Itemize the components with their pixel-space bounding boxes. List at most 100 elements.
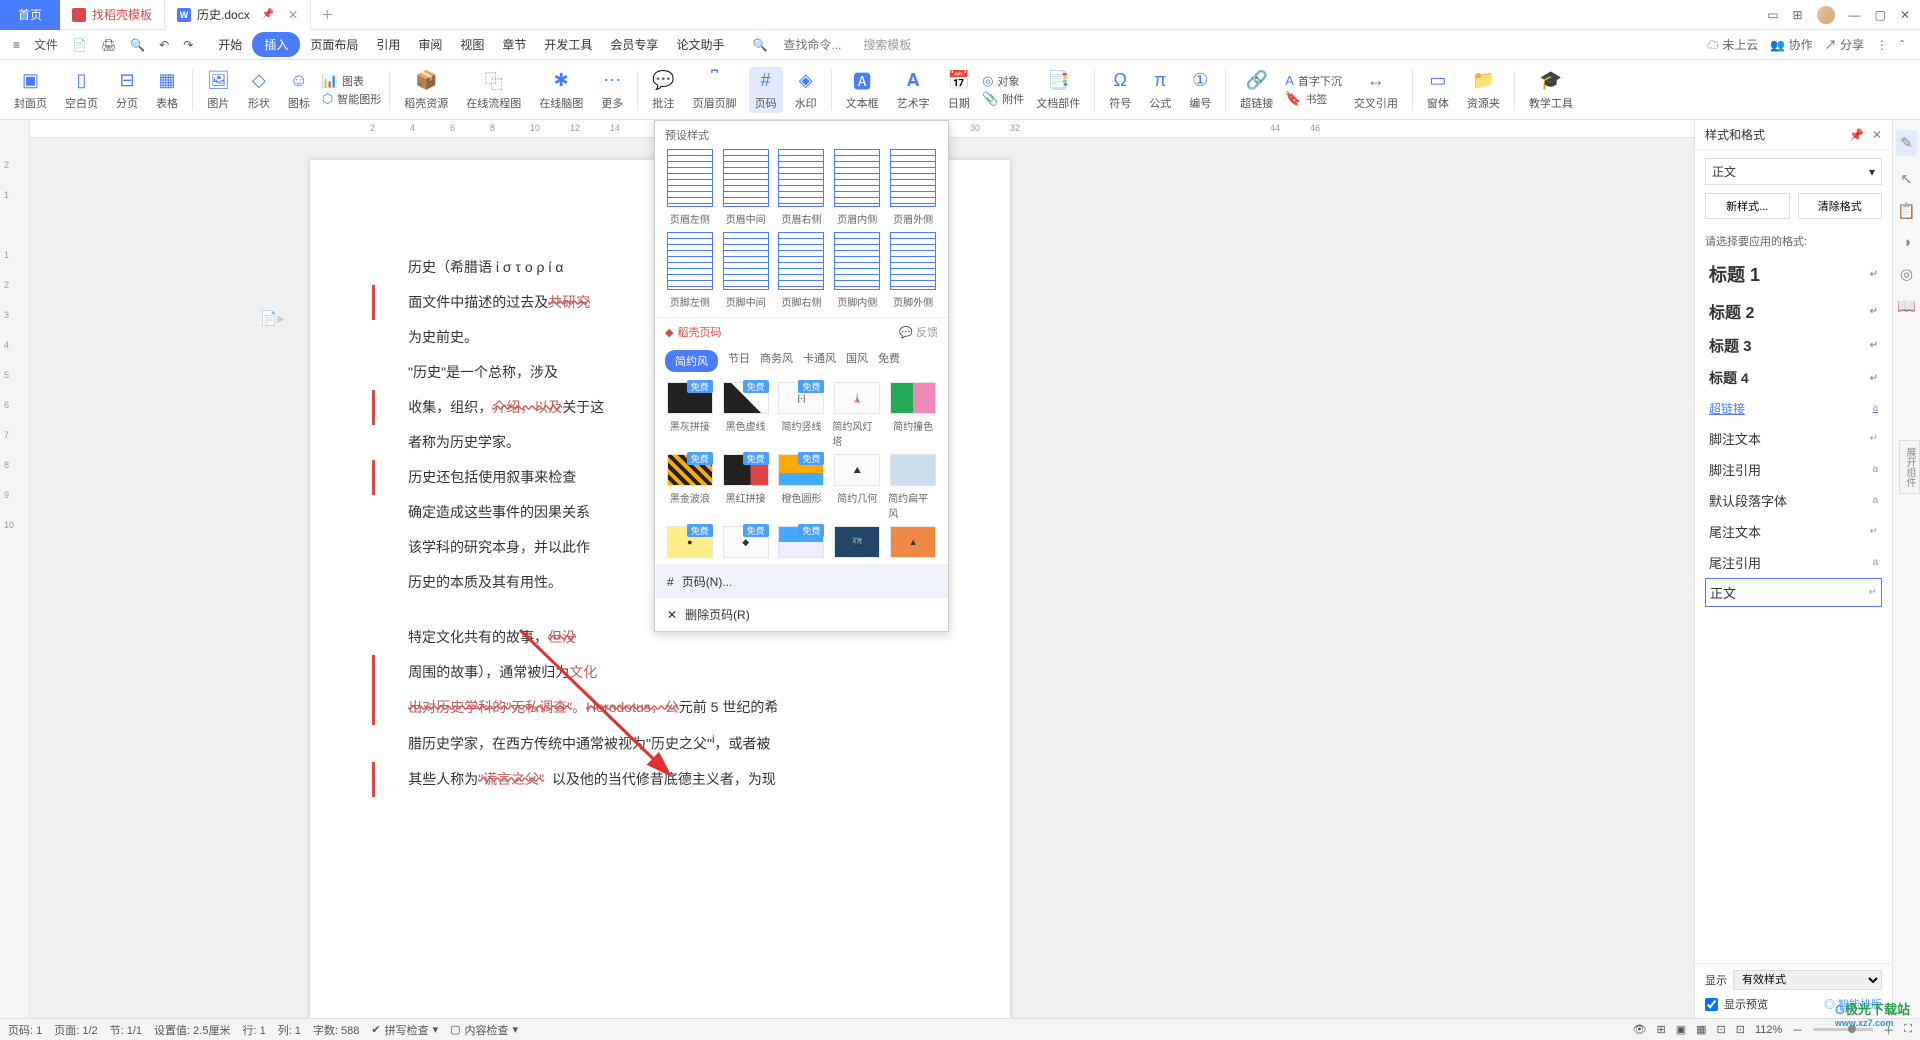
tpl-5[interactable]: 简约撞色 [888,382,938,448]
preset-footer-center[interactable]: 页脚中间 [721,232,771,309]
tab-close-icon[interactable]: ✕ [288,8,298,22]
rb-crossref[interactable]: ↔交叉引用 [1348,67,1404,113]
rb-window[interactable]: ▭窗体 [1421,67,1455,113]
ts-select-icon[interactable]: ↖ [1900,170,1913,188]
rb-flowchart[interactable]: ⿻在线流程图 [460,67,527,113]
rb-comment[interactable]: 💬批注 [646,67,680,113]
status-spellcheck[interactable]: ✔ 拼写检查 ▾ [371,1022,438,1038]
rb-shape[interactable]: ◇形状 [242,67,276,113]
tpl-3[interactable]: 免费|·|简约竖线 [777,382,827,448]
tpl-12[interactable]: 免费◆ [721,526,771,558]
style-tab-chinese[interactable]: 国风 [846,350,868,372]
clear-format-button[interactable]: 清除格式 [1798,193,1883,219]
command-search-input[interactable] [775,35,855,55]
status-setting[interactable]: 设置值: 2.5厘米 [154,1022,230,1038]
dropdown-icon[interactable]: ⋮ [1876,38,1888,52]
ts-book-icon[interactable]: 📖 [1897,297,1916,315]
tpl-15[interactable]: ▲ [888,526,938,558]
rb-resfolder[interactable]: 📁资源夹 [1461,67,1506,113]
rb-pagenum[interactable]: #页码 [749,67,783,113]
menu-paper[interactable]: 论文助手 [668,32,732,57]
rb-icon[interactable]: ☺图标 [282,67,316,113]
rb-teach[interactable]: 🎓教学工具 [1523,67,1579,113]
undo-icon[interactable]: ↶ [154,35,174,55]
panel-pin-icon[interactable]: 📌 [1849,128,1864,142]
status-pages[interactable]: 页面: 1/2 [54,1022,97,1038]
view-mode-2-icon[interactable]: ⊞ [1657,1023,1666,1036]
style-endnote-ref[interactable]: 尾注引用a [1705,547,1882,578]
template-search[interactable]: 搜索模板 [863,36,911,53]
print-icon[interactable]: 🖨 [96,35,121,55]
rb-object[interactable]: ◎对象 [982,73,1024,89]
rb-textbox[interactable]: 🅰文本框 [840,67,885,113]
new-tab-button[interactable]: ＋ [311,6,343,23]
preset-footer-outside[interactable]: 页脚外侧 [888,232,938,309]
rb-attach[interactable]: 📎附件 [982,91,1024,107]
rb-smart[interactable]: ⬡智能图形 [322,91,381,107]
tpl-11[interactable]: 免费● [665,526,715,558]
redo-icon[interactable]: ↷ [178,35,198,55]
tpl-10[interactable]: 简约扁平风 [888,454,938,520]
zoom-out-icon[interactable]: － [1792,1022,1803,1038]
tpl-14[interactable]: 🌃 [832,526,882,558]
menu-start[interactable]: 开始 [210,32,250,57]
pin-icon[interactable]: 📌 [262,9,274,20]
rb-mindmap[interactable]: ✱在线脑图 [533,67,589,113]
file-menu[interactable]: 文件 [29,33,63,56]
tpl-2[interactable]: 免费黑色虚线 [721,382,771,448]
extend-panel-tab[interactable]: 展开组件 [1899,440,1920,494]
feedback-link[interactable]: 💬 反馈 [899,324,938,340]
ts-clipboard-icon[interactable]: 📋 [1897,202,1916,220]
view-mode-1-icon[interactable]: 👁 [1633,1023,1647,1036]
style-h4[interactable]: 标题 4↵ [1705,362,1882,394]
preview-checkbox[interactable] [1705,998,1718,1011]
tpl-4[interactable]: 🗼简约风灯塔 [832,382,882,448]
collab-button[interactable]: 👥 协作 [1770,36,1812,53]
menu-chapter[interactable]: 章节 [494,32,534,57]
tpl-13[interactable]: 免费 [777,526,827,558]
cloud-status[interactable]: ☁ 未上云 [1707,36,1758,53]
save-icon[interactable]: 📄 [67,35,92,55]
menu-pagelayout[interactable]: 页面布局 [302,32,366,57]
show-styles-select[interactable]: 有效样式 [1733,970,1882,990]
share-button[interactable]: ↗ 分享 [1825,36,1864,53]
style-footnote-ref[interactable]: 脚注引用a [1705,454,1882,485]
current-style-select[interactable]: 正文▾ [1705,158,1882,185]
style-h3[interactable]: 标题 3↵ [1705,329,1882,362]
style-h1[interactable]: 标题 1↵ [1705,255,1882,293]
rb-dropcap[interactable]: A首字下沉 [1285,73,1342,89]
rb-break[interactable]: ⊟分页 [110,67,144,113]
hamburger-icon[interactable]: ≡ [8,35,25,55]
ts-styles-icon[interactable]: ✎ [1896,130,1917,156]
tab-template-store[interactable]: 找稻壳模板 [60,0,165,30]
style-body[interactable]: 正文↵ [1705,578,1882,607]
status-section[interactable]: 节: 1/1 [110,1022,142,1038]
page-insert-icon[interactable]: 📄▸ [260,310,284,327]
tpl-1[interactable]: 免费黑灰拼接 [665,382,715,448]
style-hyperlink[interactable]: 超链接a [1705,394,1882,423]
rb-equation[interactable]: π公式 [1143,67,1177,113]
rb-date[interactable]: 📅日期 [942,67,976,113]
tpl-7[interactable]: 免费黑红拼接 [721,454,771,520]
style-tab-holiday[interactable]: 节日 [728,350,750,372]
view-mode-4-icon[interactable]: ▦ [1696,1023,1706,1036]
menu-insert[interactable]: 插入 [252,32,300,57]
maximize-icon[interactable]: ▢ [1875,8,1886,22]
rb-header-footer[interactable]: ⎴页眉页脚 [687,67,743,113]
apps-icon[interactable]: ⊞ [1793,8,1803,22]
rb-numbering[interactable]: ①编号 [1183,67,1217,113]
status-page[interactable]: 页码: 1 [8,1022,42,1038]
close-window-icon[interactable]: ✕ [1900,8,1910,22]
expand-icon[interactable]: ˆ [1900,38,1904,52]
preset-header-left[interactable]: 页眉左侧 [665,149,715,226]
style-endnote-text[interactable]: 尾注文本↵ [1705,516,1882,547]
menu-pagenum-dialog[interactable]: #页码(N)... [655,565,948,598]
menu-delete-pagenum[interactable]: ✕删除页码(R) [655,598,948,631]
rb-cover[interactable]: ▣封面页 [8,67,53,113]
panel-close-icon[interactable]: ✕ [1872,128,1882,142]
rb-docpart[interactable]: 📑文档部件 [1030,67,1086,113]
style-tab-free[interactable]: 免费 [878,350,900,372]
rb-bookmark[interactable]: 🔖书签 [1285,91,1342,107]
rb-artword[interactable]: 𝐀艺术字 [891,67,936,113]
style-footnote-text[interactable]: 脚注文本↵ [1705,423,1882,454]
